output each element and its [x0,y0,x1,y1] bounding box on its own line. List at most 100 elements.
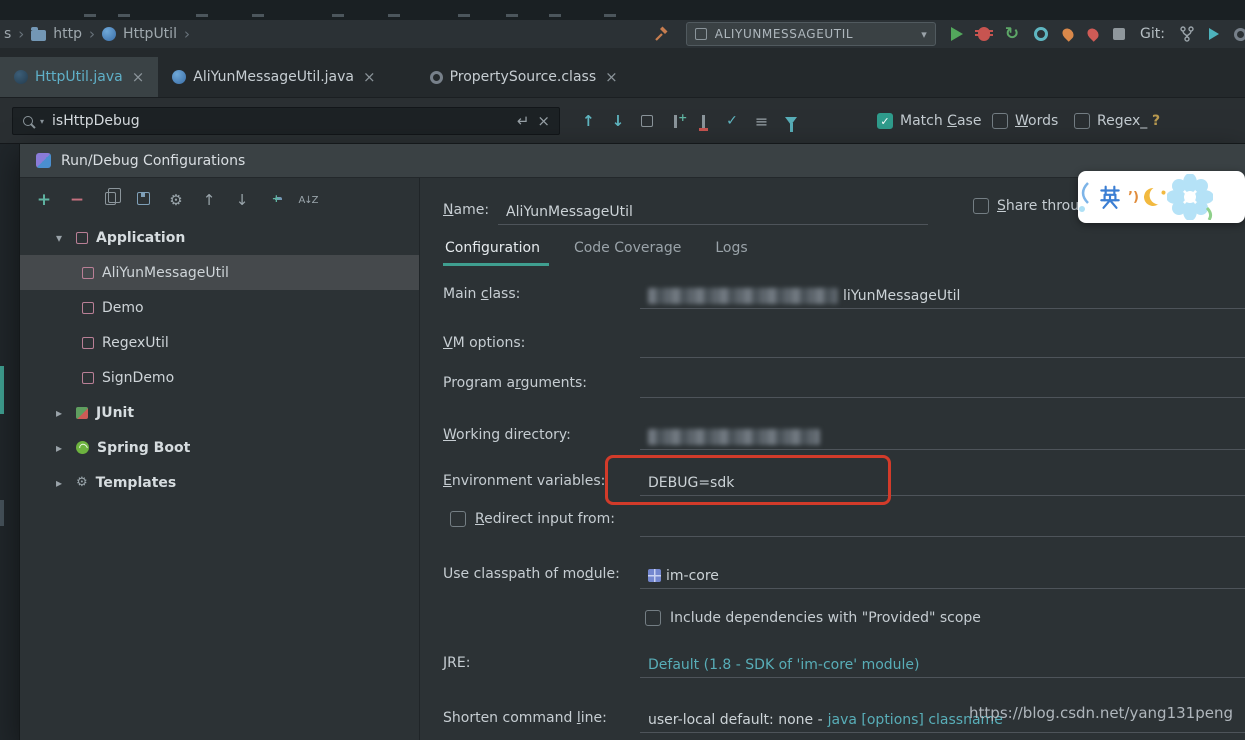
tab-configuration[interactable]: Configuration [445,240,540,256]
tab-propertysource[interactable]: PropertySource.class × [416,57,632,97]
next-occurrence-icon[interactable]: ↓ [612,112,625,130]
tab-httputil[interactable]: HttpUtil.java × [0,57,158,97]
share-option[interactable]: Share throu [973,198,1079,214]
tab-aliyunmessageutil[interactable]: AliYunMessageUtil.java × [158,57,389,97]
tree-group-application[interactable]: ▾ Application [20,220,419,255]
ide-screen: s › http › HttpUtil › ALIYUNMESSAGEUTIL … [0,0,1245,740]
tab-code-coverage[interactable]: Code Coverage [574,240,681,256]
tool-window-stripe[interactable] [0,500,4,526]
remove-occurrence-icon[interactable] [702,115,705,128]
rerun-icon[interactable]: ↻ [1005,24,1019,44]
working-directory-field[interactable] [640,424,1245,450]
tree-item-aliyunmessageutil[interactable]: AliYunMessageUtil [20,255,419,290]
tab-label: PropertySource.class [450,69,597,85]
chevron-right-icon[interactable]: ▸ [56,441,68,455]
debug-button[interactable] [978,27,990,41]
class-icon [172,70,186,84]
run-debug-configurations-dialog: Run/Debug Configurations + − ⚙ ↑ ↓ A↓Z [20,144,1245,740]
regex-label: Regex_ [1097,113,1147,129]
redirect-input-field[interactable] [640,511,1245,537]
run-button[interactable] [951,27,963,41]
tree-label: Demo [102,300,144,316]
move-up-icon[interactable]: ↑ [199,191,219,209]
words-option[interactable]: Words [992,107,1058,135]
select-all-occurrences-icon[interactable]: ✓ [726,113,738,129]
move-down-icon[interactable]: ↓ [232,191,252,209]
find-bar: ▾ isHttpDebug ↵ × ↑ ↓ ✓ ≡ ✓ Match Case W… [0,98,1245,144]
breadcrumb-item-class[interactable]: HttpUtil [123,26,177,42]
regex-checkbox [1074,113,1090,129]
filter-icon[interactable] [785,117,797,125]
run-config-icon [695,28,707,40]
sort-configurations-icon[interactable]: A↓Z [298,195,318,206]
vm-options-field[interactable] [640,332,1245,358]
run-configuration-select[interactable]: ALIYUNMESSAGEUTIL ▾ [686,22,936,46]
provided-scope-option[interactable]: Include dependencies with "Provided" sco… [645,610,981,626]
edit-defaults-gear-icon[interactable]: ⚙ [166,191,186,209]
selected-tab-underline [443,263,549,266]
add-configuration-button[interactable]: + [34,190,54,210]
navigation-bar: s › http › HttpUtil › ALIYUNMESSAGEUTIL … [0,20,1245,48]
tab-logs[interactable]: Logs [715,240,747,256]
tree-group-junit[interactable]: ▸ JUnit [20,395,419,430]
tool-window-stripe-active[interactable] [0,366,4,414]
previous-occurrence-icon[interactable]: ↑ [582,112,595,130]
classpath-module-field[interactable]: im-core [640,563,1245,589]
build-hammer-icon[interactable] [654,26,671,42]
search-results-icon[interactable]: ≡ [755,112,768,131]
vm-options-label: VM options: [443,335,525,351]
program-arguments-field[interactable] [640,372,1245,398]
tree-toolbar: + − ⚙ ↑ ↓ A↓Z [34,188,318,212]
tree-group-spring-boot[interactable]: ▸ Spring Boot [20,430,419,465]
moon-icon [1142,186,1164,208]
editor-tab-bar: HttpUtil.java × AliYunMessageUtil.java ×… [0,48,1245,98]
close-icon[interactable]: × [605,68,618,86]
find-window-icon[interactable] [641,115,653,127]
add-occurrence-icon[interactable] [674,115,677,128]
folder-icon [31,30,46,41]
coverage-icon[interactable] [1034,27,1048,41]
jre-field[interactable]: Default (1.8 - SDK of 'im-core' module) [640,652,1245,678]
dialog-title-bar[interactable]: Run/Debug Configurations [20,144,1245,178]
environment-variables-label: Environment variables: [443,473,605,489]
remove-configuration-button[interactable]: − [67,190,87,210]
ime-character-glyph [1097,184,1123,210]
run-config-name: ALIYUNMESSAGEUTIL [715,27,913,41]
tree-group-templates[interactable]: ▸ ⚙ Templates [20,465,419,500]
ime-status-overlay: 英 ’) [1078,171,1245,223]
redacted-path [648,429,820,445]
tree-item-demo[interactable]: Demo [20,290,419,325]
jre-value: Default (1.8 - SDK of 'im-core' module) [648,657,920,673]
search-input[interactable]: ▾ isHttpDebug ↵ × [12,107,560,135]
save-configuration-icon[interactable] [133,191,153,209]
push-icon[interactable] [1209,28,1219,40]
search-query: isHttpDebug [52,113,509,129]
form-row-classpath-module: Use classpath of module: im-core [420,566,1245,592]
breadcrumb-item-root[interactable]: s [4,26,11,42]
profiler-icon[interactable] [1060,26,1076,42]
junit-icon [76,407,88,419]
breadcrumb-separator: › [18,25,24,43]
close-icon[interactable]: × [363,68,376,86]
regex-option[interactable]: Regex_ [1074,107,1147,135]
main-class-field[interactable]: liYunMessageUtil [640,283,1245,309]
profiler2-icon[interactable] [1085,26,1101,42]
tree-item-regexutil[interactable]: RegexUtil [20,325,419,360]
copy-configuration-icon[interactable] [100,191,120,209]
match-case-option[interactable]: ✓ Match Case [877,107,981,135]
name-field[interactable]: AliYunMessageUtil [498,199,928,225]
search-history-chevron-icon[interactable]: ▾ [40,117,44,126]
chevron-down-icon[interactable]: ▾ [56,231,68,245]
class-icon [14,70,28,84]
application-icon [82,267,94,279]
tree-label: SignDemo [102,370,174,386]
help-icon[interactable]: ? [1152,107,1160,135]
close-icon[interactable]: × [132,68,145,86]
chevron-right-icon[interactable]: ▸ [56,406,68,420]
clear-search-icon[interactable]: × [537,112,550,130]
jre-label: JRE: [443,655,470,671]
chevron-right-icon[interactable]: ▸ [56,476,68,490]
git-branch-icon[interactable] [1180,26,1194,42]
breadcrumb-item-package[interactable]: http [53,26,82,42]
tree-item-signdemo[interactable]: SignDemo [20,360,419,395]
